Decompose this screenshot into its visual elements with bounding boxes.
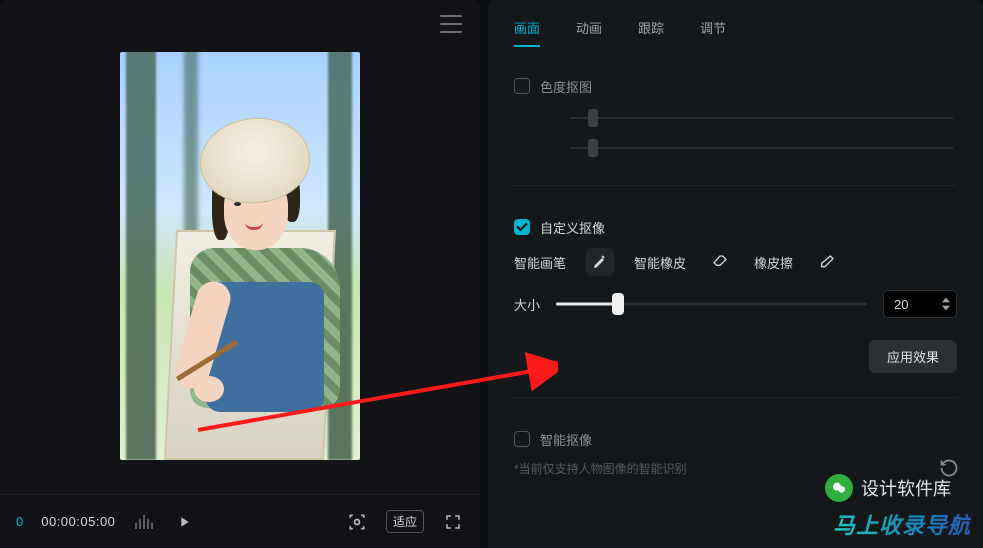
play-button[interactable] [173,511,195,533]
preview-canvas[interactable] [0,48,480,494]
nav-watermark: 马上收录导航 [833,508,971,540]
playbar: 0 00:00:05:00 适应 [0,494,480,548]
timecode: 00:00:05:00 [41,514,115,529]
smart-matte-section: 智能抠像 [488,412,983,460]
chroma-key-section: 色度抠图 [488,59,983,167]
chroma-slider-2[interactable] [570,133,953,163]
chroma-slider-1[interactable] [570,103,953,133]
size-stepper[interactable] [942,297,950,311]
tab-tracking[interactable]: 跟踪 [638,18,664,47]
smart-brush-button[interactable] [586,248,614,276]
preview-image [120,52,360,460]
smart-matte-label: 智能抠像 [540,430,592,449]
eraser-label: 橡皮擦 [754,253,793,272]
eraser-button[interactable] [813,248,841,276]
wechat-watermark: 设计软件库 [825,474,951,502]
size-slider[interactable] [556,294,867,314]
smart-brush-label: 智能画笔 [514,253,566,272]
smart-matte-checkbox[interactable] [514,431,530,447]
fullscreen-icon[interactable] [442,511,464,533]
inspector-tabs: 画面 动画 跟踪 调节 [488,0,983,59]
fit-mode-chip[interactable]: 适应 [386,510,424,533]
preview-header [0,0,480,48]
stepper-down-icon[interactable] [942,305,950,311]
preview-pane: 0 00:00:05:00 适应 [0,0,480,548]
frame-number: 0 [16,514,23,529]
wechat-icon [825,474,853,502]
timeline-markers-icon[interactable] [133,511,155,533]
custom-matte-label: 自定义抠像 [540,218,605,237]
custom-matte-section: 自定义抠像 智能画笔 智能橡皮 橡皮擦 [488,200,983,322]
tab-animation[interactable]: 动画 [576,18,602,47]
chroma-key-label: 色度抠图 [540,77,592,96]
smart-eraser-label: 智能橡皮 [634,253,686,272]
hamburger-menu-icon[interactable] [440,15,462,33]
size-value: 20 [894,297,908,312]
smart-eraser-button[interactable] [706,248,734,276]
stepper-up-icon[interactable] [942,297,950,303]
wechat-watermark-text: 设计软件库 [861,475,951,501]
apply-effect-button[interactable]: 应用效果 [869,340,957,373]
tab-adjust[interactable]: 调节 [700,18,726,47]
inspector-panel: 画面 动画 跟踪 调节 色度抠图 自定义抠像 [488,0,983,548]
size-label: 大小 [514,295,540,314]
size-value-box[interactable]: 20 [883,290,957,318]
chroma-key-checkbox[interactable] [514,78,530,94]
tab-picture[interactable]: 画面 [514,18,540,47]
custom-matte-checkbox[interactable] [514,219,530,235]
scan-icon[interactable] [346,511,368,533]
